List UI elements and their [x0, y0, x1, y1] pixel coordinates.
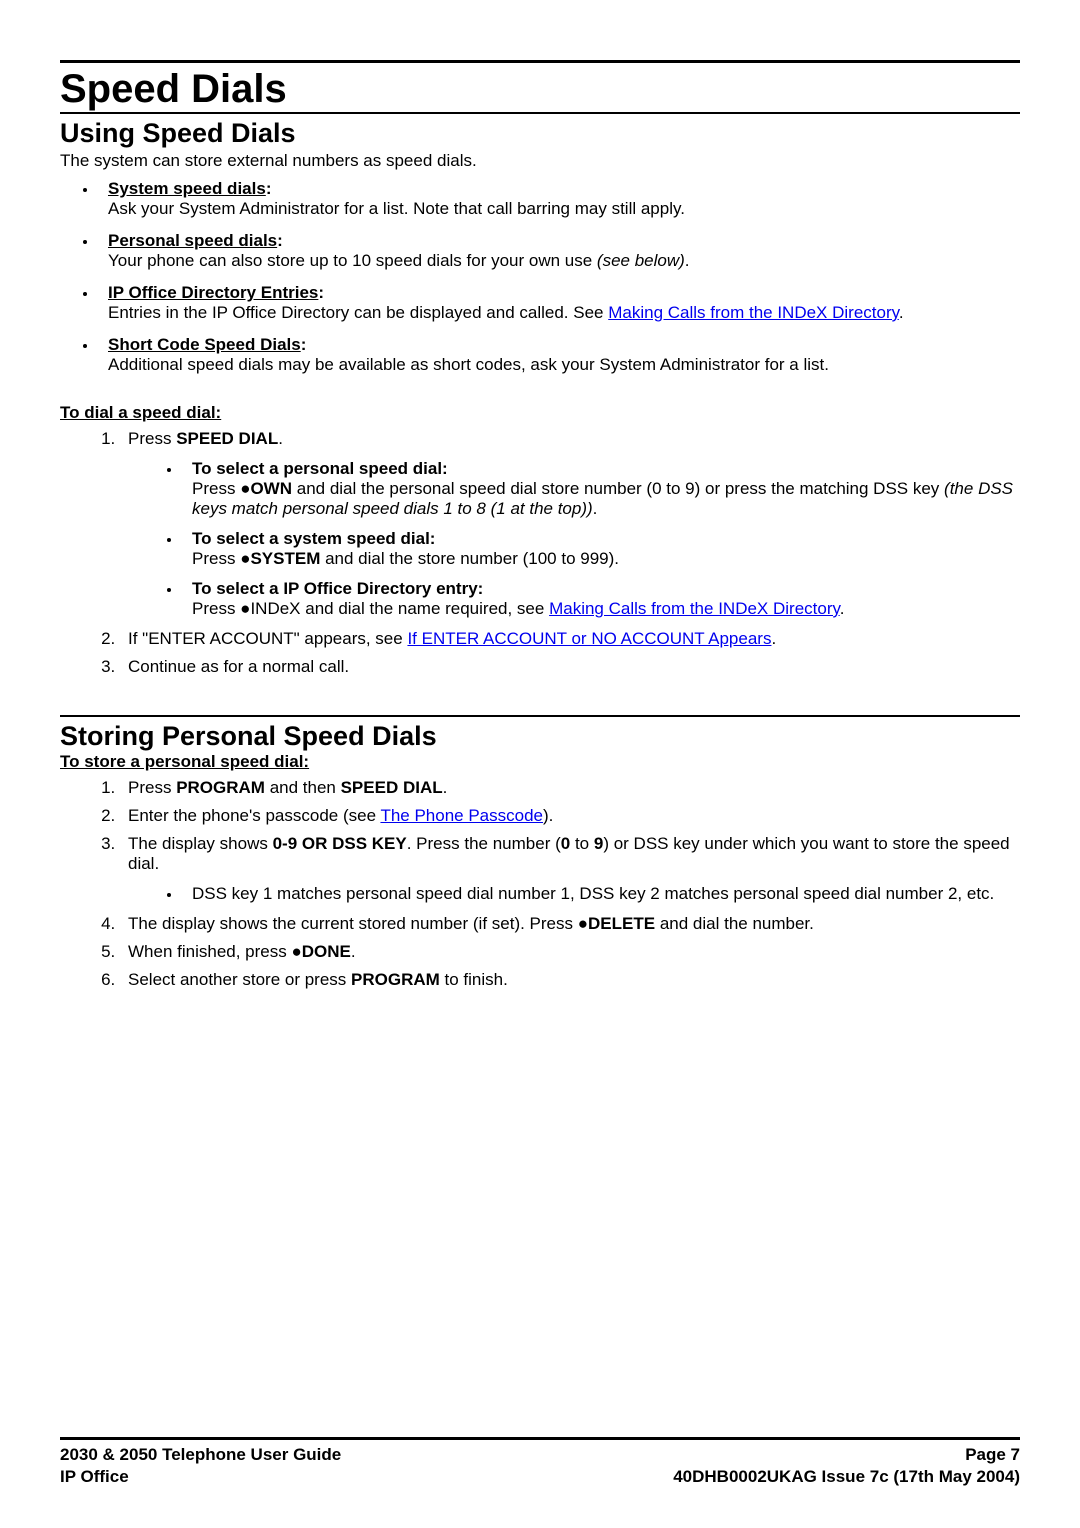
item-desc: Entries in the IP Office Directory can b… — [108, 303, 904, 322]
step-item: When finished, press ●DONE. — [120, 942, 1020, 962]
item-label: System speed dials — [108, 179, 266, 198]
sub-title: To select a system speed dial: — [192, 529, 435, 548]
text: If "ENTER ACCOUNT" appears, see — [128, 629, 407, 648]
text: Press — [192, 549, 240, 568]
sub-item: To select a IP Office Directory entry: P… — [182, 579, 1020, 619]
step-item: Continue as for a normal call. — [120, 657, 1020, 677]
text: The display shows the current stored num… — [128, 914, 578, 933]
to-dial-heading: To dial a speed dial: — [60, 403, 1020, 423]
page-title: Speed Dials — [60, 67, 1020, 112]
text: and dial the personal speed dial store n… — [292, 479, 944, 498]
text-bold: PROGRAM — [351, 970, 440, 989]
section2-title: Storing Personal Speed Dials — [60, 717, 1020, 752]
text: and dial the number. — [655, 914, 814, 933]
text: . — [840, 599, 845, 618]
item-desc: Ask your System Administrator for a list… — [108, 199, 685, 218]
sub-item: DSS key 1 matches personal speed dial nu… — [182, 884, 1020, 904]
item-label: Personal speed dials — [108, 231, 277, 250]
footer-right: 40DHB0002UKAG Issue 7c (17th May 2004) — [673, 1466, 1020, 1488]
item-desc: Your phone can also store up to 10 speed… — [108, 251, 690, 270]
footer-left: 2030 & 2050 Telephone User Guide — [60, 1444, 341, 1466]
text: Press — [128, 778, 176, 797]
text: Your phone can also store up to 10 speed… — [108, 251, 597, 270]
sub-list: DSS key 1 matches personal speed dial nu… — [182, 884, 1020, 904]
item-label: Short Code Speed Dials — [108, 335, 301, 354]
text: to — [570, 834, 594, 853]
step-item: The display shows the current stored num… — [120, 914, 1020, 934]
sub-title: To select a personal speed dial: — [192, 459, 448, 478]
sub-item: To select a system speed dial: Press ●SY… — [182, 529, 1020, 569]
text: . — [351, 942, 356, 961]
text: Press ●INDeX and dial the name required,… — [192, 599, 549, 618]
step-item: Enter the phone's passcode (see The Phon… — [120, 806, 1020, 826]
step-item: If "ENTER ACCOUNT" appears, see If ENTER… — [120, 629, 1020, 649]
types-list: System speed dials: Ask your System Admi… — [98, 179, 1020, 375]
footer-left: IP Office — [60, 1466, 129, 1488]
link-phone-passcode[interactable]: The Phone Passcode — [380, 806, 543, 825]
link-enter-account[interactable]: If ENTER ACCOUNT or NO ACCOUNT Appears — [407, 629, 771, 648]
text: to finish. — [440, 970, 508, 989]
text: . — [899, 303, 904, 322]
text: and dial the store number (100 to 999). — [320, 549, 619, 568]
text-bold: SPEED DIAL — [176, 429, 278, 448]
text-bold: 0-9 OR DSS KEY — [273, 834, 407, 853]
text: Select another store or press — [128, 970, 351, 989]
text-bold: ●OWN — [240, 479, 292, 498]
section1-title: Using Speed Dials — [60, 114, 1020, 149]
text: Press — [128, 429, 176, 448]
footer-rule — [60, 1437, 1020, 1440]
text: . — [593, 499, 598, 518]
text: . Press the number ( — [407, 834, 561, 853]
top-rule — [60, 60, 1020, 63]
text-bold: SPEED DIAL — [341, 778, 443, 797]
page-footer: 2030 & 2050 Telephone User Guide Page 7 … — [60, 1428, 1020, 1488]
store-steps: Press PROGRAM and then SPEED DIAL. Enter… — [120, 778, 1020, 990]
text: . — [278, 429, 283, 448]
list-item: IP Office Directory Entries: Entries in … — [98, 283, 1020, 323]
text: ). — [543, 806, 553, 825]
text-bold: 9 — [594, 834, 603, 853]
text: The display shows — [128, 834, 273, 853]
step-item: The display shows 0-9 OR DSS KEY. Press … — [120, 834, 1020, 904]
sub-list: To select a personal speed dial: Press ●… — [182, 459, 1020, 619]
text-bold: ●DONE — [291, 942, 350, 961]
text: . — [443, 778, 448, 797]
text: . — [685, 251, 690, 270]
list-item: System speed dials: Ask your System Admi… — [98, 179, 1020, 219]
text-bold: ●SYSTEM — [240, 549, 320, 568]
step-item: Select another store or press PROGRAM to… — [120, 970, 1020, 990]
list-item: Short Code Speed Dials: Additional speed… — [98, 335, 1020, 375]
link-index-directory[interactable]: Making Calls from the INDeX Directory — [549, 599, 840, 618]
sub-title: To select a IP Office Directory entry: — [192, 579, 483, 598]
section1-intro: The system can store external numbers as… — [60, 151, 1020, 171]
text: . — [771, 629, 776, 648]
sub-item: To select a personal speed dial: Press ●… — [182, 459, 1020, 519]
to-store-heading: To store a personal speed dial: — [60, 752, 1020, 772]
text-bold: PROGRAM — [176, 778, 265, 797]
link-index-directory[interactable]: Making Calls from the INDeX Directory — [608, 303, 899, 322]
text-bold: 0 — [561, 834, 570, 853]
text: Enter the phone's passcode (see — [128, 806, 380, 825]
text-bold: ●DELETE — [578, 914, 655, 933]
text: Entries in the IP Office Directory can b… — [108, 303, 608, 322]
step-item: Press SPEED DIAL. To select a personal s… — [120, 429, 1020, 619]
item-label: IP Office Directory Entries — [108, 283, 318, 302]
item-desc: Additional speed dials may be available … — [108, 355, 829, 374]
step-item: Press PROGRAM and then SPEED DIAL. — [120, 778, 1020, 798]
text-italic: (see below) — [597, 251, 685, 270]
text: When finished, press — [128, 942, 291, 961]
text: and then — [265, 778, 341, 797]
text: Press — [192, 479, 240, 498]
list-item: Personal speed dials: Your phone can als… — [98, 231, 1020, 271]
dial-steps: Press SPEED DIAL. To select a personal s… — [120, 429, 1020, 677]
footer-right: Page 7 — [965, 1444, 1020, 1466]
